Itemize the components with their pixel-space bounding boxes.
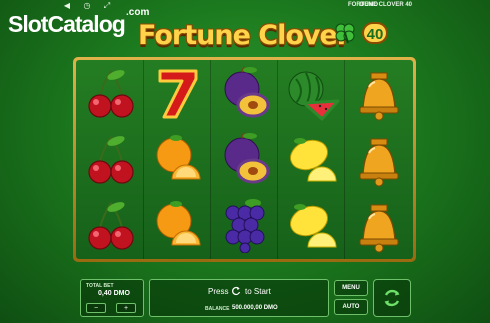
symbol-plum <box>214 62 276 124</box>
symbol-lemon <box>281 128 343 190</box>
to-start-label: to Start <box>245 287 271 296</box>
symbol-orange <box>147 128 209 190</box>
auto-button[interactable]: AUTO <box>334 299 368 315</box>
symbol-cherry <box>80 128 142 190</box>
symbol-orange <box>147 194 209 256</box>
site-logo-suffix: .com <box>126 7 150 18</box>
game-logo: Fortune Clover <box>138 20 350 51</box>
symbol-cherry <box>80 194 142 256</box>
bet-decrease-button[interactable]: − <box>86 303 106 313</box>
bet-increase-button[interactable]: + <box>116 303 136 313</box>
clock-icon[interactable]: ◷ <box>82 1 92 10</box>
refresh-icon <box>232 286 241 296</box>
symbol-bell <box>348 194 410 256</box>
spin-button[interactable] <box>373 279 411 317</box>
reel-divider <box>277 60 278 259</box>
reel-divider <box>210 60 211 259</box>
reel-divider <box>143 60 144 259</box>
menu-button[interactable]: MENU <box>334 280 368 296</box>
symbol-seven <box>147 62 209 124</box>
symbol-bell <box>348 62 410 124</box>
top-icons: ◀ ◷ ⤢ <box>62 1 112 10</box>
site-logo: SlotCatalog .com <box>8 7 149 38</box>
fullscreen-icon[interactable]: ⤢ <box>102 1 112 10</box>
reel-divider <box>344 60 345 259</box>
total-bet-label: TOTAL BET <box>86 283 114 289</box>
clover-icon <box>335 23 355 44</box>
speaker-icon[interactable]: ◀ <box>62 1 72 10</box>
site-logo-part2: Catalog <box>47 11 125 37</box>
lines-badge: 40 <box>362 22 388 44</box>
start-panel[interactable] <box>149 279 329 317</box>
balance-label: BALANCE <box>205 306 230 312</box>
symbol-cherry <box>80 62 142 124</box>
game-title-small: FORTUNE CLOVER 40 <box>347 2 412 8</box>
press-label: Press <box>208 287 229 296</box>
spin-icon <box>384 289 400 307</box>
symbol-bell <box>348 128 410 190</box>
symbol-plum <box>214 128 276 190</box>
total-bet-value: 0,40 DMO <box>98 290 130 297</box>
reels-area <box>76 60 413 259</box>
symbol-grapes <box>214 194 276 256</box>
symbol-watermelon <box>281 62 343 124</box>
site-logo-part1: Slot <box>8 11 48 37</box>
reels-frame <box>73 57 416 262</box>
balance-value: 500.000,00 DMO <box>232 305 278 311</box>
symbol-lemon <box>281 194 343 256</box>
